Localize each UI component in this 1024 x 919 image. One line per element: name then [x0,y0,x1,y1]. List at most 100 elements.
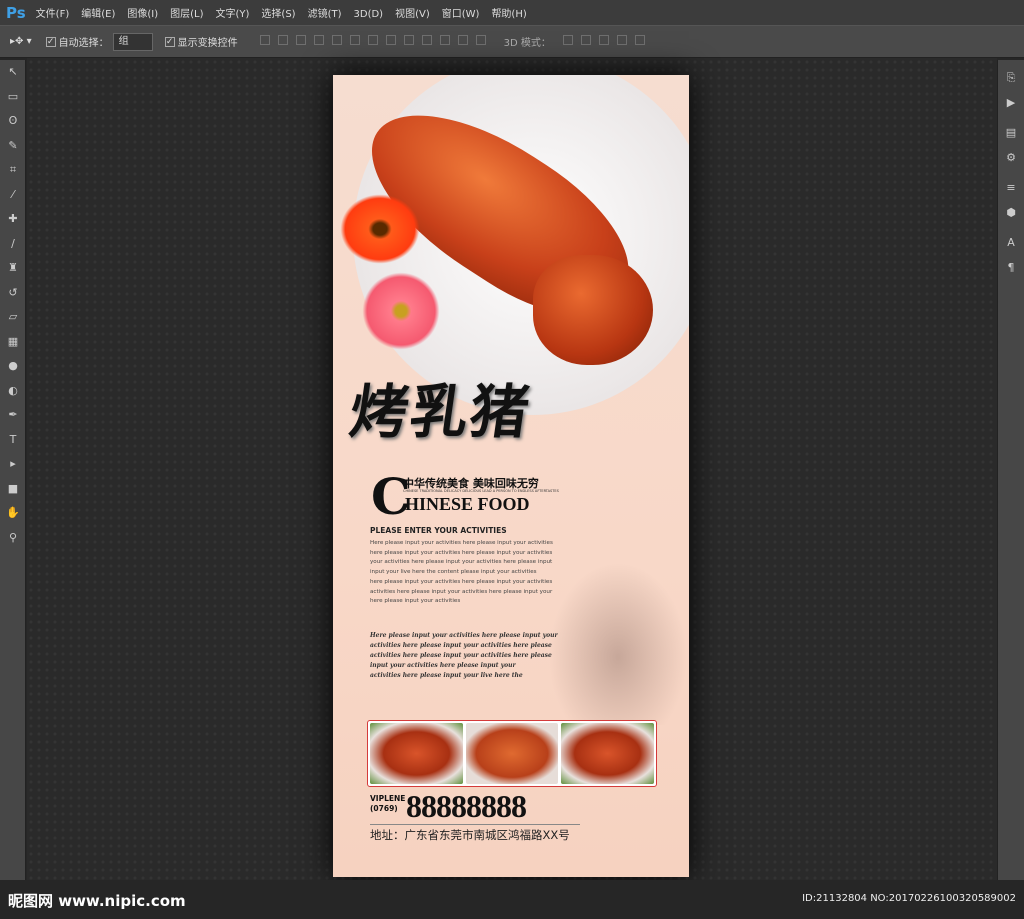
menu-item[interactable]: 图层(L) [170,9,203,20]
vip-text: VIPLENE [370,794,406,803]
move-tool-icon[interactable]: ▸✥ ▾ [10,36,32,47]
align-icon[interactable] [475,35,486,45]
tools-panel: ↖ ▭ ʘ ✎ ⌗ ⁄ ✚ ∕ ♜ ↺ ▱ ▦ ● ◐ ✒ T ▸ ■ ✋ ⚲ [0,60,26,880]
panel-icon[interactable]: ⚙ [998,146,1024,171]
auto-select-checkbox[interactable]: ✓ [45,36,56,47]
menu-item[interactable]: 文字(Y) [216,9,250,20]
vip-label: VIPLENE (0769) [370,794,405,814]
pen-tool-icon[interactable]: ✒ [0,403,26,428]
panel-icon[interactable]: ▤ [998,121,1024,146]
align-icon[interactable] [349,35,360,45]
activities-line: here please input your activities here p… [370,578,553,585]
activities-line: activities here please input your activi… [370,588,553,595]
history-brush-tool-icon[interactable]: ↺ [0,281,26,306]
menu-item[interactable]: 图像(I) [127,9,158,20]
healing-tool-icon[interactable]: ✚ [0,207,26,232]
panel-icon[interactable]: ≡ [998,176,1024,201]
marquee-tool-icon[interactable]: ▭ [0,85,26,110]
script-line: activities here please input your live h… [370,672,523,679]
path-select-tool-icon[interactable]: ▸ [0,452,26,477]
panel-icon[interactable]: ⬢ [998,201,1024,226]
roast-pig-head-image [533,255,653,365]
hand-tool-icon[interactable]: ✋ [0,501,26,526]
align-icon[interactable] [457,35,468,45]
activities-title: PLEASE ENTER YOUR ACTIVITIES [370,526,507,535]
menu-item[interactable]: 滤镜(T) [308,9,342,20]
pink-flower-image [361,271,441,351]
3d-mode-icon[interactable] [580,35,591,45]
right-panel-dock: ⎘ ▶ ▤ ⚙ ≡ ⬢ A ¶ [997,60,1024,880]
script-line: Here please input your activities here p… [370,632,558,639]
crop-tool-icon[interactable]: ⌗ [0,158,26,183]
options-bar: ▸✥ ▾ ✓ 自动选择： 组 ✓ 显示变换控件 3D 模式： [0,25,1024,58]
activities-line: input your live here the content please … [370,569,537,576]
align-icon[interactable] [331,35,342,45]
menu-item[interactable]: 窗口(W) [442,9,480,20]
eraser-tool-icon[interactable]: ▱ [0,305,26,330]
photoshop-logo: Ps [6,3,26,22]
align-icon[interactable] [313,35,324,45]
address: 地址：广东省东莞市南城区鸿福路XX号 [370,828,570,842]
menu-item[interactable]: 文件(F) [36,9,70,20]
3d-mode-label: 3D 模式： [503,38,551,49]
align-icon[interactable] [421,35,432,45]
activities-line: Here please input your activities here p… [370,540,553,546]
menu-item[interactable]: 视图(V) [395,9,430,20]
activities-body: Here please input your activities here p… [370,539,570,607]
orange-flower-image [339,193,421,265]
3d-mode-icon[interactable] [634,35,645,45]
align-icon[interactable] [277,35,288,45]
3d-mode-icon[interactable] [562,35,573,45]
gradient-tool-icon[interactable]: ▦ [0,330,26,355]
eyedropper-tool-icon[interactable]: ⁄ [0,183,26,208]
chinese-food-title: HINESE FOOD [405,494,530,514]
zoom-tool-icon[interactable]: ⚲ [0,526,26,551]
3d-mode-icon[interactable] [598,35,609,45]
divider [370,824,580,825]
menu-item[interactable]: 编辑(E) [81,9,115,20]
brush-tool-icon[interactable]: ∕ [0,232,26,257]
thumbnail-image [465,723,559,784]
panel-icon[interactable]: A [998,231,1024,256]
area-code: (0769) [370,804,398,813]
align-icon[interactable] [367,35,378,45]
align-icon[interactable] [403,35,414,45]
script-line: activities here please input your activi… [370,652,552,659]
script-line: input your activities here please input … [370,662,516,669]
show-transform-label: 显示变换控件 [177,38,238,49]
shape-tool-icon[interactable]: ■ [0,477,26,502]
menu-item[interactable]: 帮助(H) [491,9,526,20]
activities-line: your activities here please input your a… [370,559,553,566]
panel-icon[interactable]: ⎘ [998,66,1024,91]
menu-bar: Ps 文件(F) 编辑(E) 图像(I) 图层(L) 文字(Y) 选择(S) 滤镜(T) 3D… [0,0,1024,25]
menu-item[interactable]: 选择(S) [261,9,295,20]
3d-mode-icon[interactable] [616,35,627,45]
tiny-english-slogan: CHINESE TRADITIONAL DELICACY DELICIOUS L… [403,489,559,493]
quick-select-tool-icon[interactable]: ✎ [0,134,26,159]
menu-item[interactable]: 3D(D) [354,9,384,20]
lasso-tool-icon[interactable]: ʘ [0,109,26,134]
thumbnail-image [370,723,463,784]
blur-tool-icon[interactable]: ● [0,354,26,379]
script-line: activities here please input your activi… [370,642,552,649]
dodge-tool-icon[interactable]: ◐ [0,379,26,404]
show-transform-checkbox[interactable]: ✓ [164,36,175,47]
align-icon[interactable] [439,35,450,45]
align-icon[interactable] [295,35,306,45]
watermark: 昵图网 www.nipic.com [8,892,186,910]
panel-icon[interactable]: ▶ [998,91,1024,116]
type-tool-icon[interactable]: T [0,428,26,453]
activities-line: here please input your activities [370,598,461,605]
align-icon[interactable] [259,35,270,45]
image-id: ID:21132804 NO:20170226100320589002 [802,893,1016,904]
poster-document: 烤乳猪 C 中华传统美食 美味回味无穷 CHINESE TRADITIONAL … [333,75,689,877]
footer-bar: 昵图网 www.nipic.com ID:21132804 NO:2017022… [0,880,1024,919]
auto-select-label: 自动选择： [58,38,109,49]
stamp-tool-icon[interactable]: ♜ [0,256,26,281]
panel-icon[interactable]: ¶ [998,256,1024,281]
auto-select-dropdown[interactable]: 组 [112,32,153,51]
poster-title: 烤乳猪 [345,378,536,446]
align-icon[interactable] [385,35,396,45]
phone-number: 88888888 [406,788,527,824]
move-tool-icon[interactable]: ↖ [0,60,26,85]
